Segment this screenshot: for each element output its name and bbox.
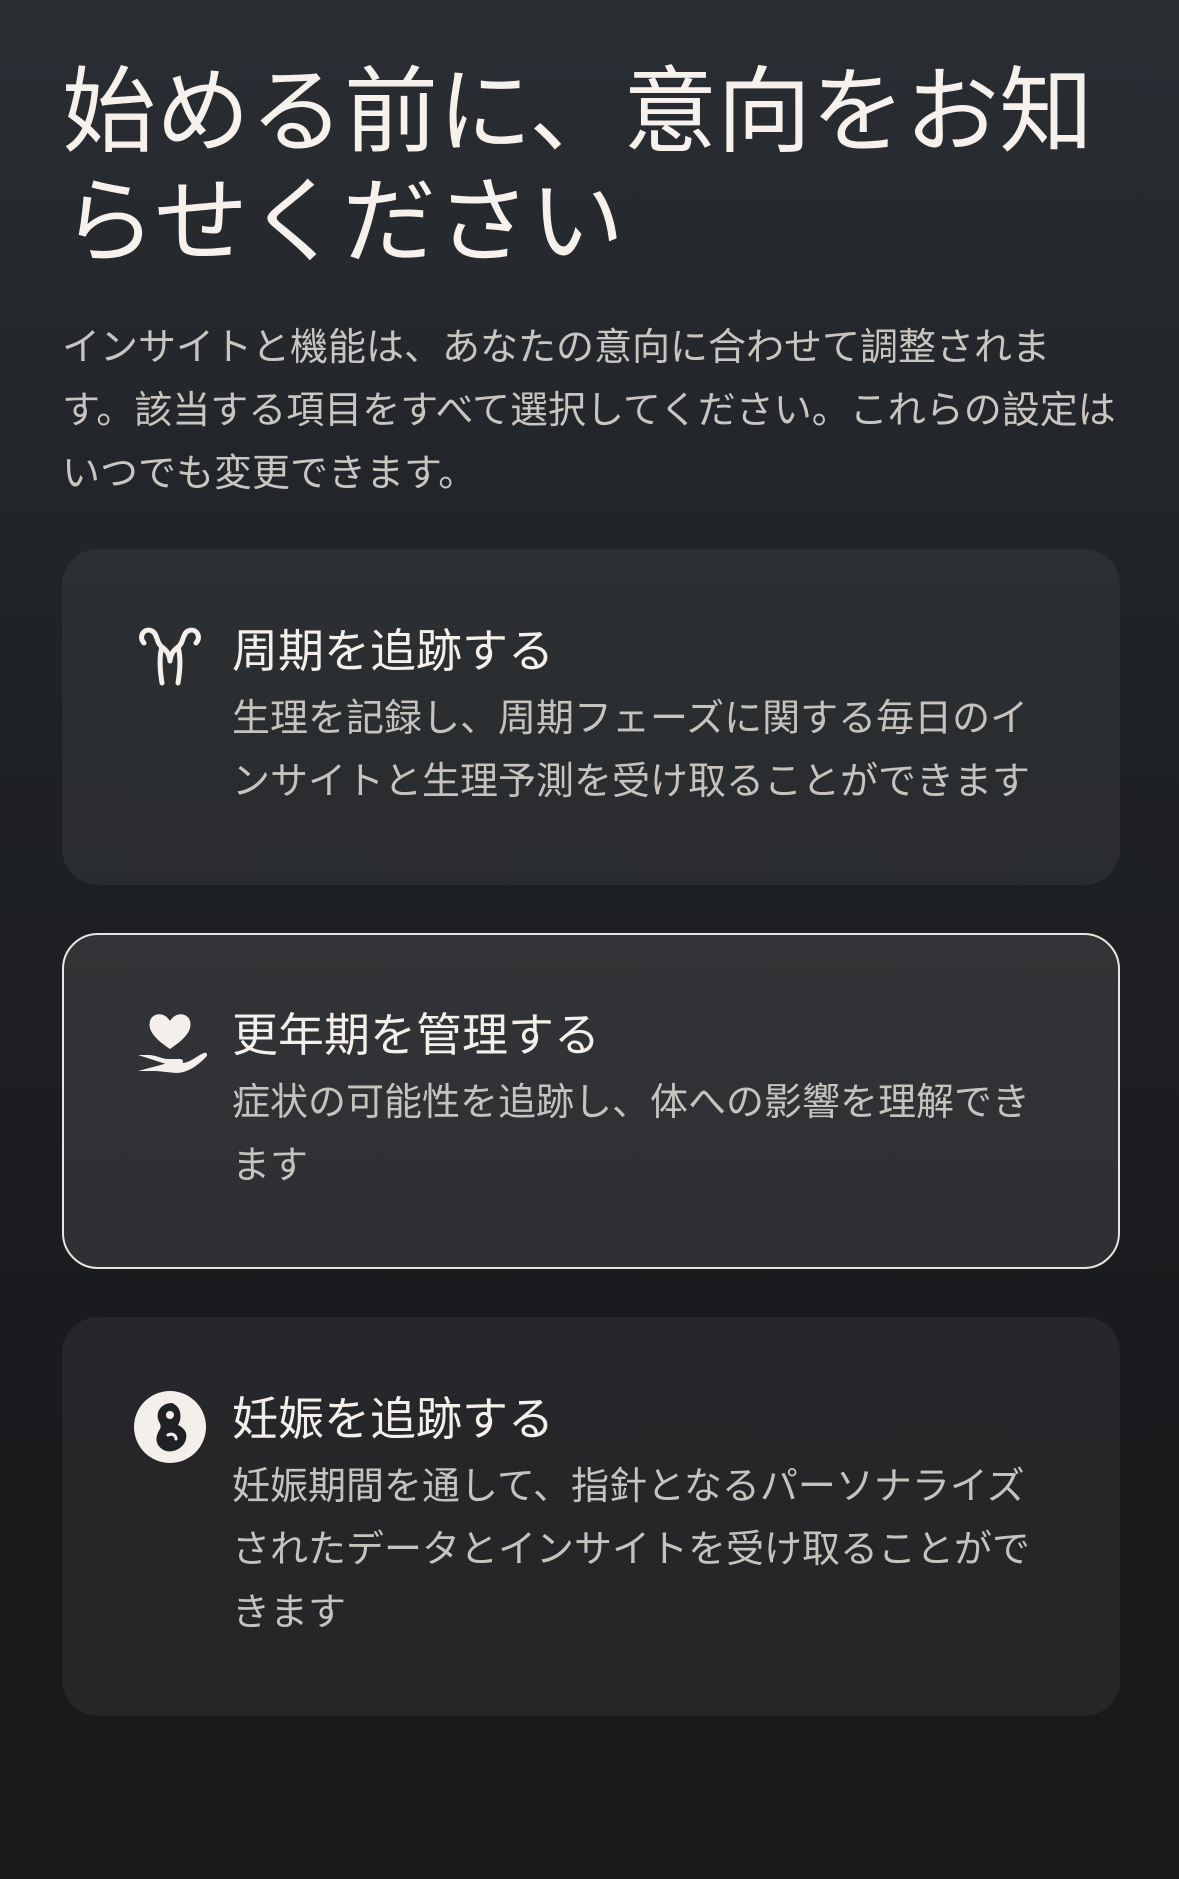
onboarding-preferences-screen: 始める前に、意向をお知らせください インサイトと機能は、あなたの意向に合わせて調… [0,0,1179,1879]
options-list: 周期を追跡する 生理を記録し、周期フェーズに関する毎日のインサイトと生理予測を受… [62,549,1120,1716]
option-title: 周期を追跡する [232,624,554,678]
uterus-icon [132,621,208,697]
option-description: 妊娠期間を通して、指針となるパーソナライズされたデータとインサイトを受け取ること… [232,1464,1031,1634]
page-title: 始める前に、意向をお知らせください [62,58,1094,277]
option-description: 症状の可能性を追跡し、体への影響を理解できます [232,1080,1031,1187]
heart-in-hand-icon [132,1005,208,1081]
option-title: 更年期を管理する [232,1008,600,1062]
option-track-cycle[interactable]: 周期を追跡する 生理を記録し、周期フェーズに関する毎日のインサイトと生理予測を受… [62,549,1120,885]
option-title: 妊娠を追跡する [232,1392,554,1446]
fetus-icon [132,1389,208,1465]
intro-text: インサイトと機能は、あなたの意向に合わせて調整されます。該当する項目をすべて選択… [62,325,1116,495]
option-description: 生理を記録し、周期フェーズに関する毎日のインサイトと生理予測を受け取ることができ… [232,696,1031,803]
option-manage-menopause[interactable]: 更年期を管理する 症状の可能性を追跡し、体への影響を理解できます [62,933,1120,1269]
option-track-pregnancy[interactable]: 妊娠を追跡する 妊娠期間を通して、指針となるパーソナライズされたデータとインサイ… [62,1317,1120,1716]
